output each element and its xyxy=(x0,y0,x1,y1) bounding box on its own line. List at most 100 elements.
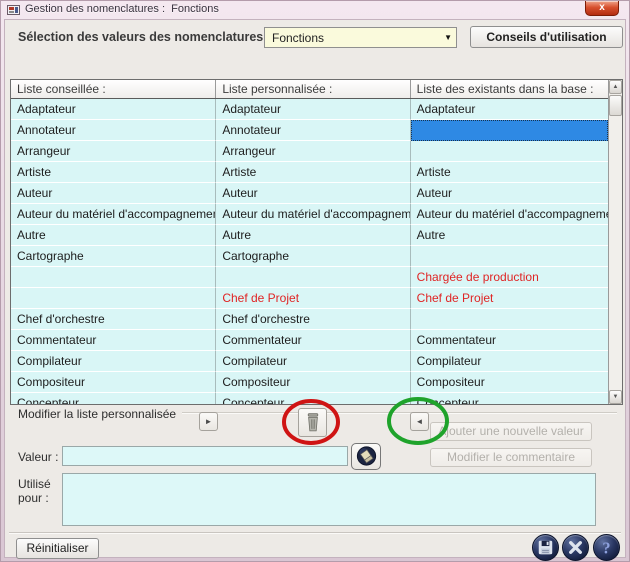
table-cell[interactable] xyxy=(11,267,216,288)
table-row: ConcepteurConcepteurConcepteur xyxy=(11,393,608,404)
table-row: Auteur du matériel d'accompagnementAuteu… xyxy=(11,204,608,225)
table-cell[interactable]: Artiste xyxy=(11,162,216,183)
table-cell[interactable]: Auteur du matériel d'accompagnement xyxy=(411,204,608,225)
table-cell[interactable]: Concepteur xyxy=(216,393,410,404)
table-cell[interactable]: Commentateur xyxy=(411,330,608,351)
window-title: Gestion des nomenclatures : Fonctions xyxy=(25,3,219,15)
scroll-up-arrow-icon[interactable]: ▲ xyxy=(609,80,622,94)
close-x-icon xyxy=(563,535,588,560)
table-row: CompositeurCompositeurCompositeur xyxy=(11,372,608,393)
cancel-button[interactable] xyxy=(562,534,589,561)
table-cell[interactable]: Chef de Projet xyxy=(216,288,410,309)
add-new-value-button[interactable]: Ajouter une nouvelle valeur xyxy=(430,422,592,441)
table-cell[interactable]: Compilateur xyxy=(216,351,410,372)
table-cell[interactable]: Artiste xyxy=(411,162,608,183)
used-for-textarea[interactable] xyxy=(62,473,596,526)
table-cell-selected[interactable] xyxy=(411,120,608,141)
reset-button[interactable]: Réinitialiser xyxy=(16,538,99,559)
chevron-down-icon[interactable]: ▼ xyxy=(444,33,452,42)
table-cell[interactable]: Auteur du matériel d'accompagnement xyxy=(216,204,410,225)
question-mark-icon: ? xyxy=(594,535,619,560)
table-row: CartographeCartographe xyxy=(11,246,608,267)
table-cell[interactable] xyxy=(411,309,608,330)
table-cell[interactable]: Compositeur xyxy=(411,372,608,393)
column-header-existants[interactable]: Liste des existants dans la base : xyxy=(411,80,608,98)
table-cell[interactable]: Chef d'orchestre xyxy=(216,309,410,330)
footer-divider xyxy=(9,532,621,534)
table-cell[interactable]: Cartographe xyxy=(11,246,216,267)
close-window-button[interactable]: x xyxy=(585,1,619,16)
table-cell[interactable]: Adaptateur xyxy=(216,99,410,120)
table-row: ArrangeurArrangeur xyxy=(11,141,608,162)
modify-comment-button[interactable]: Modifier le commentaire xyxy=(430,448,592,467)
table-cell[interactable] xyxy=(11,288,216,309)
dialog-content: Sélection des valeurs des nomenclatures … xyxy=(4,19,626,558)
table-row: Chargée de production xyxy=(11,267,608,288)
vertical-scrollbar[interactable]: ▲ ▼ xyxy=(608,80,622,404)
table-cell[interactable]: Annotateur xyxy=(11,120,216,141)
combobox-value: Fonctions xyxy=(272,31,324,45)
column-header-personnalisee[interactable]: Liste personnalisée : xyxy=(216,80,410,98)
table-cell[interactable]: Commentateur xyxy=(11,330,216,351)
table-cell[interactable]: Chef d'orchestre xyxy=(11,309,216,330)
table-cell[interactable]: Chargée de production xyxy=(411,267,608,288)
column-header-conseillee[interactable]: Liste conseillée : xyxy=(11,80,216,98)
save-button[interactable] xyxy=(532,534,559,561)
table-cell[interactable]: Compilateur xyxy=(11,351,216,372)
clear-value-button[interactable] xyxy=(351,443,381,470)
table-header-row: Liste conseillée : Liste personnalisée :… xyxy=(11,80,608,99)
table-cell[interactable]: Autre xyxy=(411,225,608,246)
table-cell[interactable]: Compositeur xyxy=(216,372,410,393)
table-row: ArtisteArtisteArtiste xyxy=(11,162,608,183)
table-cell[interactable] xyxy=(411,141,608,162)
table-cell[interactable]: Compilateur xyxy=(411,351,608,372)
table-cell[interactable]: Concepteur xyxy=(411,393,608,404)
used-for-label: Utilisé pour : xyxy=(18,477,51,505)
nomenclature-combobox[interactable]: Fonctions ▼ xyxy=(264,27,457,48)
table-row: CompilateurCompilateurCompilateur xyxy=(11,351,608,372)
table-row: Chef d'orchestreChef d'orchestre xyxy=(11,309,608,330)
nomenclature-table: Liste conseillée : Liste personnalisée :… xyxy=(10,79,623,405)
table-cell[interactable]: Artiste xyxy=(216,162,410,183)
move-value-right-button[interactable]: ► xyxy=(199,412,218,431)
table-cell[interactable]: Chef de Projet xyxy=(411,288,608,309)
table-cell[interactable]: Cartographe xyxy=(216,246,410,267)
table-cell[interactable]: Arrangeur xyxy=(11,141,216,162)
table-cell[interactable]: Adaptateur xyxy=(11,99,216,120)
table-cell[interactable]: Auteur xyxy=(11,183,216,204)
trash-icon xyxy=(305,412,321,433)
table-cell[interactable] xyxy=(216,267,410,288)
table-cell[interactable]: Auteur du matériel d'accompagnement xyxy=(11,204,216,225)
table-cell[interactable]: Compositeur xyxy=(11,372,216,393)
table-row: CommentateurCommentateurCommentateur xyxy=(11,330,608,351)
table-cell[interactable]: Commentateur xyxy=(216,330,410,351)
app-icon xyxy=(7,4,20,16)
table-cell[interactable]: Autre xyxy=(11,225,216,246)
add-to-list-arrow-button[interactable]: ◄ xyxy=(410,412,429,431)
delete-value-button[interactable] xyxy=(298,408,327,437)
help-button[interactable]: ? xyxy=(593,534,620,561)
nomenclature-select-label: Sélection des valeurs des nomenclatures xyxy=(18,30,263,44)
table-row: Chef de ProjetChef de Projet xyxy=(11,288,608,309)
value-label: Valeur : xyxy=(18,450,58,464)
scrollbar-thumb[interactable] xyxy=(609,95,622,116)
table-cell[interactable]: Auteur xyxy=(216,183,410,204)
table-cell[interactable]: Annotateur xyxy=(216,120,410,141)
table-cell[interactable] xyxy=(411,246,608,267)
usage-tips-button[interactable]: Conseils d'utilisation xyxy=(470,26,623,48)
table-cell[interactable]: Adaptateur xyxy=(411,99,608,120)
title-bar: Gestion des nomenclatures : Fonctions x xyxy=(1,1,629,19)
svg-text:?: ? xyxy=(602,538,610,557)
modify-list-label: Modifier la liste personnalisée xyxy=(18,407,182,421)
value-input[interactable] xyxy=(62,446,348,466)
table-row: AdaptateurAdaptateurAdaptateur xyxy=(11,99,608,120)
table-cell[interactable]: Auteur xyxy=(411,183,608,204)
scroll-down-arrow-icon[interactable]: ▼ xyxy=(609,390,622,404)
table-row: AuteurAuteurAuteur xyxy=(11,183,608,204)
table-cell[interactable]: Autre xyxy=(216,225,410,246)
save-floppy-icon xyxy=(533,535,558,560)
groupbox-line xyxy=(175,412,617,414)
table-cell[interactable]: Arrangeur xyxy=(216,141,410,162)
table-row: AutreAutreAutre xyxy=(11,225,608,246)
table-cell[interactable]: Concepteur xyxy=(11,393,216,404)
